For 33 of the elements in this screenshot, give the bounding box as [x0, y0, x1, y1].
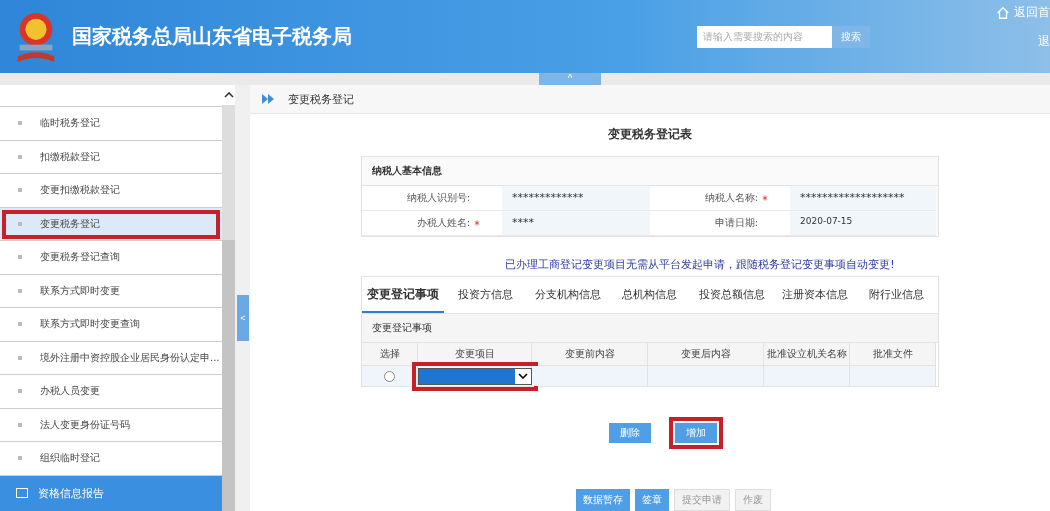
home-icon — [996, 5, 1010, 20]
radio-button[interactable] — [384, 370, 395, 382]
column-header: 选择 — [362, 343, 418, 366]
field-value: ************* — [502, 186, 650, 211]
sidebar-item[interactable]: 变更税务登记 — [0, 207, 222, 241]
tab[interactable]: 投资总额信息 — [691, 277, 774, 313]
field-value: ******************* — [790, 186, 936, 211]
field-value: 2020-07-15 — [790, 211, 936, 236]
tab[interactable]: 注册资本信息 — [773, 277, 856, 313]
column-header: 变更后内容 — [648, 343, 764, 366]
tab[interactable]: 附行业信息 — [855, 277, 938, 313]
scrollbar[interactable] — [222, 85, 235, 511]
column-header: 批准设立机关名称 — [764, 343, 850, 366]
field-label: 纳税人名称: — [704, 192, 758, 203]
dropdown[interactable] — [417, 367, 532, 385]
field-label: 办税人姓名: — [416, 217, 470, 228]
column-header: 变更前内容 — [532, 343, 648, 366]
table-title: 变更登记事项 — [362, 314, 938, 343]
chevron-up-icon[interactable] — [223, 92, 234, 98]
notice-text: 已办理工商登记变更项目无需从平台发起申请，跟随税务登记变更事项自动变更! — [505, 257, 895, 272]
column-header: 批准文件 — [850, 343, 936, 366]
form-title: 变更税务登记表 — [608, 126, 692, 143]
field-label: 纳税人识别号: — [406, 192, 470, 203]
site-title: 国家税务总局山东省电子税务局 — [72, 23, 353, 50]
tab[interactable]: 投资方信息 — [444, 277, 527, 313]
search-field[interactable]: 请输入需要搜索的内容 — [697, 25, 832, 48]
breadcrumb: 变更税务登记 — [288, 91, 354, 107]
field-label: 申请日期: — [714, 217, 758, 228]
tab[interactable]: 分支机构信息 — [526, 277, 609, 313]
caret-icon — [517, 373, 528, 379]
tab[interactable]: 总机构信息 — [608, 277, 692, 313]
arrow-icon — [262, 94, 276, 104]
field-value: **** — [502, 211, 650, 236]
